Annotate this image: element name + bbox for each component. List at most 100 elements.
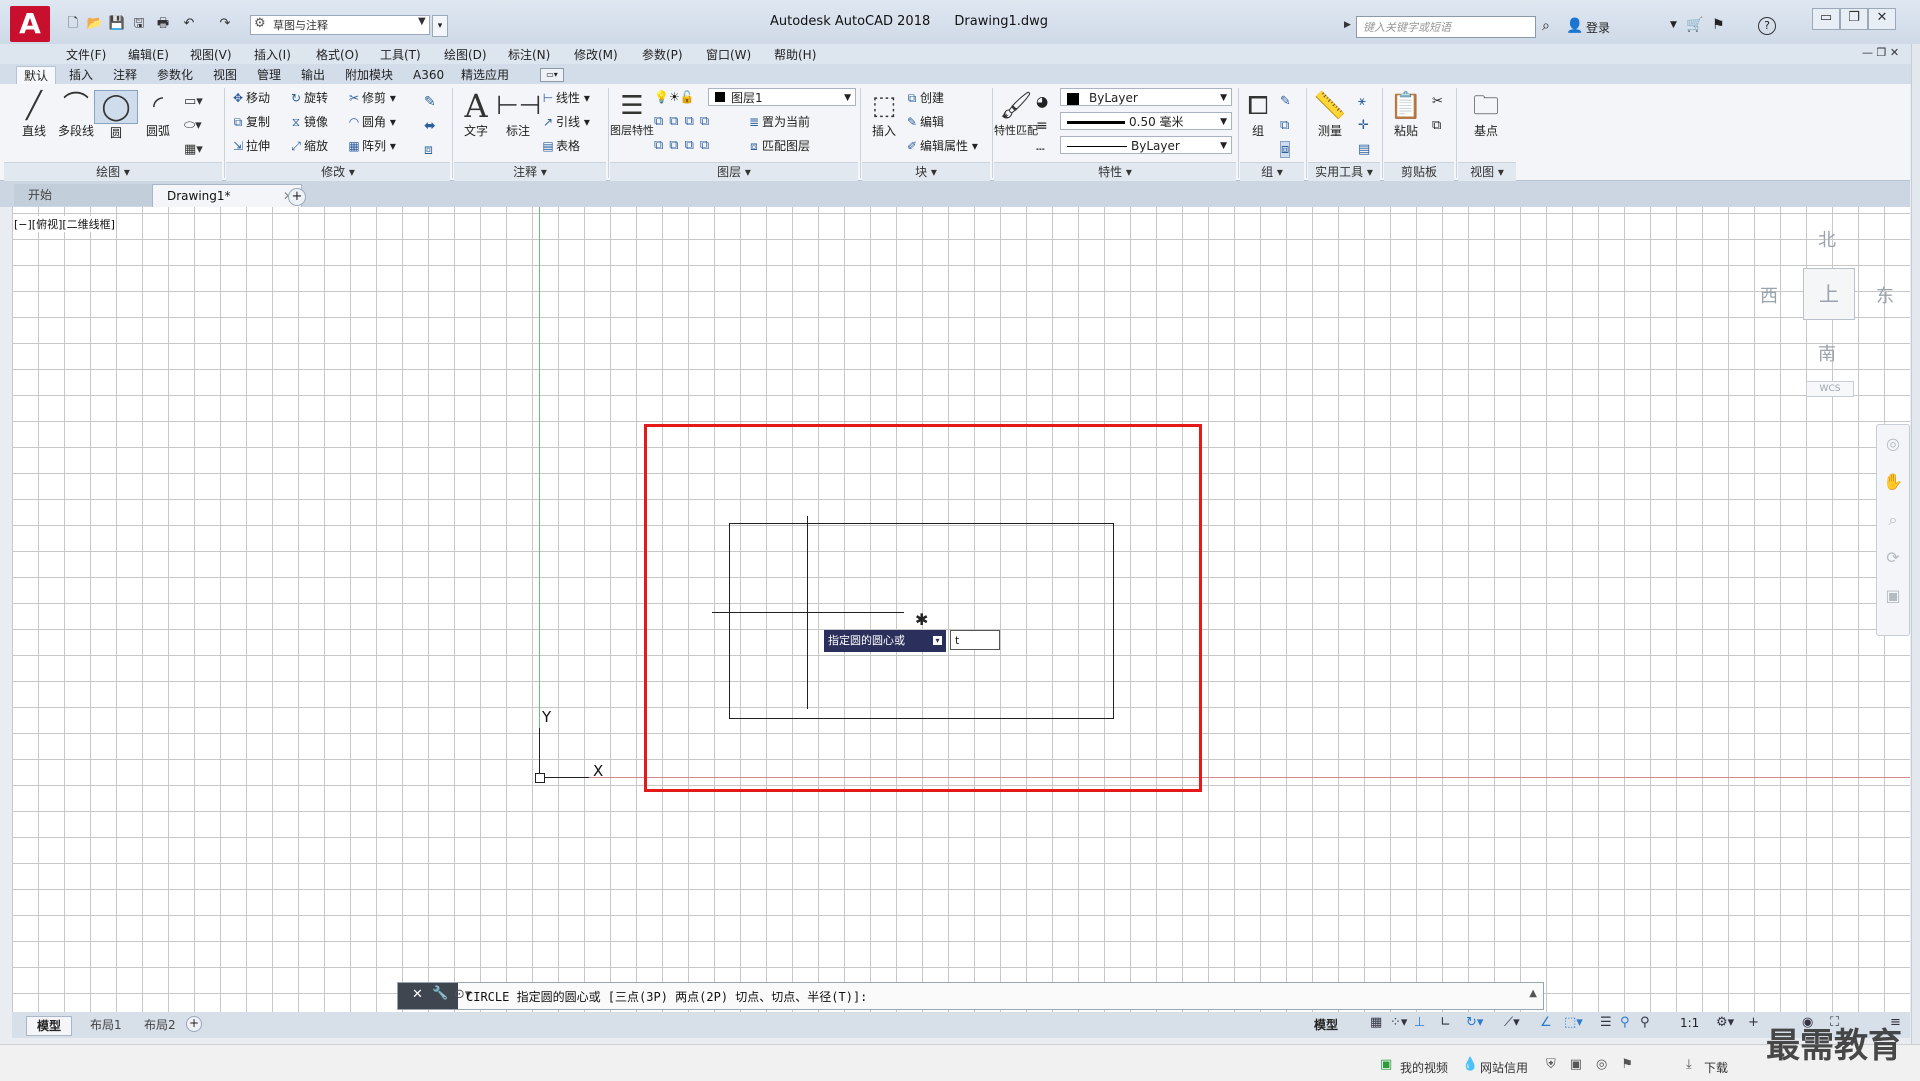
menu-tools[interactable]: 工具(T) (380, 46, 421, 63)
menu-window[interactable]: 窗口(W) (706, 46, 751, 63)
tab-view[interactable]: 视图 (206, 66, 244, 84)
menu-format[interactable]: 格式(O) (316, 46, 359, 63)
properties-icons[interactable]: ◕ ≡ ┄ (1036, 90, 1048, 162)
line-tool[interactable]: ╱ 直线 (12, 90, 56, 139)
customize-toolbar-icon[interactable]: ▾ (432, 15, 448, 37)
workspace-select[interactable]: 草图与注释 (250, 15, 430, 35)
menu-dimension[interactable]: 标注(N) (508, 46, 550, 63)
wcs-menu[interactable]: WCS (1806, 381, 1854, 397)
properties-panel-title[interactable]: 特性 ▾ (994, 162, 1236, 181)
chevron-down-icon[interactable]: ▼ (418, 16, 426, 27)
menu-help[interactable]: 帮助(H) (774, 46, 816, 63)
mirror-button[interactable]: ⧖ 镜像 (288, 112, 328, 132)
menu-draw[interactable]: 绘图(D) (444, 46, 487, 63)
menu-insert[interactable]: 插入(I) (254, 46, 291, 63)
undo-icon[interactable]: ↶ (178, 14, 200, 34)
osnap-icon[interactable]: ⟋▾ (1504, 1015, 1520, 1030)
fillet-button[interactable]: ◠ 圆角 ▾ (346, 112, 396, 132)
lineweight-icon[interactable]: ☰ (1600, 1015, 1612, 1030)
binoculars-icon[interactable]: ⌕ (1542, 18, 1550, 34)
measure-tool[interactable]: 📏 测量 (1308, 90, 1352, 139)
command-line[interactable]: ✕ 🔧 ⊙▾ CIRCLE 指定圆的圆心或 [三点(3P) 两点(2P) 切点、… (397, 982, 1544, 1010)
linetype-select[interactable]: ByLayer ▼ (1060, 136, 1232, 154)
tab-start[interactable]: 开始 (14, 184, 172, 206)
snap-icon[interactable]: ⁘▾ (1390, 1015, 1407, 1030)
ortho-icon[interactable]: ∟ (1440, 1015, 1451, 1030)
save-as-icon[interactable]: 🖫 (128, 14, 150, 34)
scale-button[interactable]: ⤢ 缩放 (288, 136, 328, 156)
text-tool[interactable]: A 文字 (454, 90, 498, 139)
tab-layout1[interactable]: 布局1 (80, 1016, 132, 1034)
view-panel-title[interactable]: 视图 ▾ (1458, 162, 1516, 181)
login-button[interactable]: 登录 (1586, 19, 1610, 36)
tab-annotate[interactable]: 注释 (106, 66, 144, 84)
tab-home[interactable]: 默认 (16, 66, 57, 85)
chevron-up-icon[interactable]: ▲ (1529, 988, 1537, 999)
lineweight-select[interactable]: 0.50 毫米 ▼ (1060, 112, 1232, 130)
circle-tool[interactable]: ◯ 圆 (94, 90, 138, 141)
stretch-button[interactable]: ⇲ 拉伸 (230, 136, 270, 156)
chevron-right-icon[interactable]: ▶ (1344, 20, 1351, 30)
close-button[interactable]: ✕ (1868, 8, 1896, 30)
site-credit-link[interactable]: 网站信用 (1480, 1059, 1528, 1076)
annotation-panel-title[interactable]: 注释 ▾ (454, 162, 606, 181)
block-panel-title[interactable]: 块 ▾ (862, 162, 990, 181)
restore-button[interactable]: ❐ (1840, 8, 1868, 30)
polyline-tool[interactable]: ⌒ 多段线 (54, 90, 98, 139)
paste-tool[interactable]: 📋 粘贴 (1384, 90, 1428, 139)
menu-file[interactable]: 文件(F) (66, 46, 106, 63)
save-icon[interactable]: 💾 (106, 14, 128, 34)
plus-icon[interactable]: + (1748, 1015, 1759, 1030)
help-icon[interactable]: ? (1758, 17, 1776, 35)
minimize-button[interactable]: ▭ (1812, 8, 1840, 30)
tab-drawing1[interactable]: Drawing1*✕ (152, 184, 302, 207)
tab-output[interactable]: 输出 (294, 66, 332, 84)
tab-layout2[interactable]: 布局2 (134, 1016, 186, 1034)
dynamic-input-field[interactable]: t (950, 630, 1000, 650)
group-tool[interactable]: ⧠ 组 (1240, 90, 1276, 139)
utilities-panel-title[interactable]: 实用工具 ▾ (1308, 162, 1380, 181)
copy-button[interactable]: ⧉ 复制 (230, 112, 270, 132)
otrack-icon[interactable]: ∠ (1540, 1015, 1552, 1030)
layers-panel-title[interactable]: 图层 ▾ (610, 162, 858, 181)
layer-properties-tool[interactable]: ☰ 图层特性 (610, 90, 654, 138)
groups-panel-title[interactable]: 组 ▾ (1240, 162, 1304, 181)
annoscale-icon[interactable]: ⚲ (1640, 1015, 1650, 1030)
doc-window-controls[interactable]: — ❐ ✕ (1862, 46, 1899, 59)
group-extra-icons[interactable]: ✎ ⧉ ⧈ (1280, 90, 1291, 162)
add-layout-button[interactable]: + (186, 1016, 202, 1032)
close-icon[interactable]: ✕ (412, 987, 423, 1002)
settings-gear-icon[interactable]: ⚙▾ (1716, 1015, 1734, 1030)
modify-extra-tools[interactable]: ✎ ⬌ ⧈ (424, 90, 436, 162)
new-file-icon[interactable]: 🗋 (62, 14, 84, 34)
annotation-scale[interactable]: 1:1 (1680, 1016, 1699, 1030)
tab-parametric[interactable]: 参数化 (150, 66, 200, 84)
layer-tool-icons-row2[interactable]: ⧉⧉⧉⧉ (654, 138, 715, 153)
menu-parametric[interactable]: 参数(P) (642, 46, 683, 63)
grid-icon[interactable]: ▦ (1370, 1015, 1382, 1030)
dimension-tool[interactable]: ⊢⊣ 标注 (496, 90, 541, 139)
model-space-button[interactable]: 模型 (1314, 1016, 1338, 1033)
layer-state-icons[interactable]: 💡☀🔓 (654, 90, 695, 104)
draw-panel-title[interactable]: 绘图 ▾ (4, 162, 222, 181)
draw-extra-tools[interactable]: ▭▾ ⬭▾ ▦▾ (184, 90, 203, 162)
viewport-controls-label[interactable]: [−][俯视][二维线框] (14, 216, 115, 232)
color-select[interactable]: ByLayer ▼ (1060, 88, 1232, 106)
arc-tool[interactable]: ◜ 圆弧 (136, 90, 180, 139)
nav-tool-icons[interactable]: ◎ ✋ ⌕ ⟳ ▣ (1877, 425, 1909, 615)
search-input[interactable]: 键入关键字或短语 (1356, 16, 1536, 38)
edit-attributes-button[interactable]: ✐ 编辑属性 ▾ (904, 136, 978, 156)
move-button[interactable]: ✥ 移动 (230, 88, 270, 108)
linear-button[interactable]: ⊢ 线性 ▾ (540, 88, 590, 108)
autocad-logo-icon[interactable]: A (10, 6, 50, 42)
tab-a360[interactable]: A360 (406, 66, 451, 84)
polar-icon[interactable]: ↻▾ (1466, 1015, 1483, 1030)
menu-modify[interactable]: 修改(M) (574, 46, 618, 63)
tab-insert[interactable]: 插入 (62, 66, 100, 84)
viewcube-south[interactable]: 南 (1818, 340, 1836, 366)
array-button[interactable]: ▦ 阵列 ▾ (346, 136, 396, 156)
print-icon[interactable]: 🖶 (152, 14, 174, 34)
utility-extra-icons[interactable]: ⚹ ✛ ▤ (1358, 90, 1370, 162)
menu-view[interactable]: 视图(V) (190, 46, 232, 63)
download-link[interactable]: 下载 (1704, 1059, 1728, 1076)
